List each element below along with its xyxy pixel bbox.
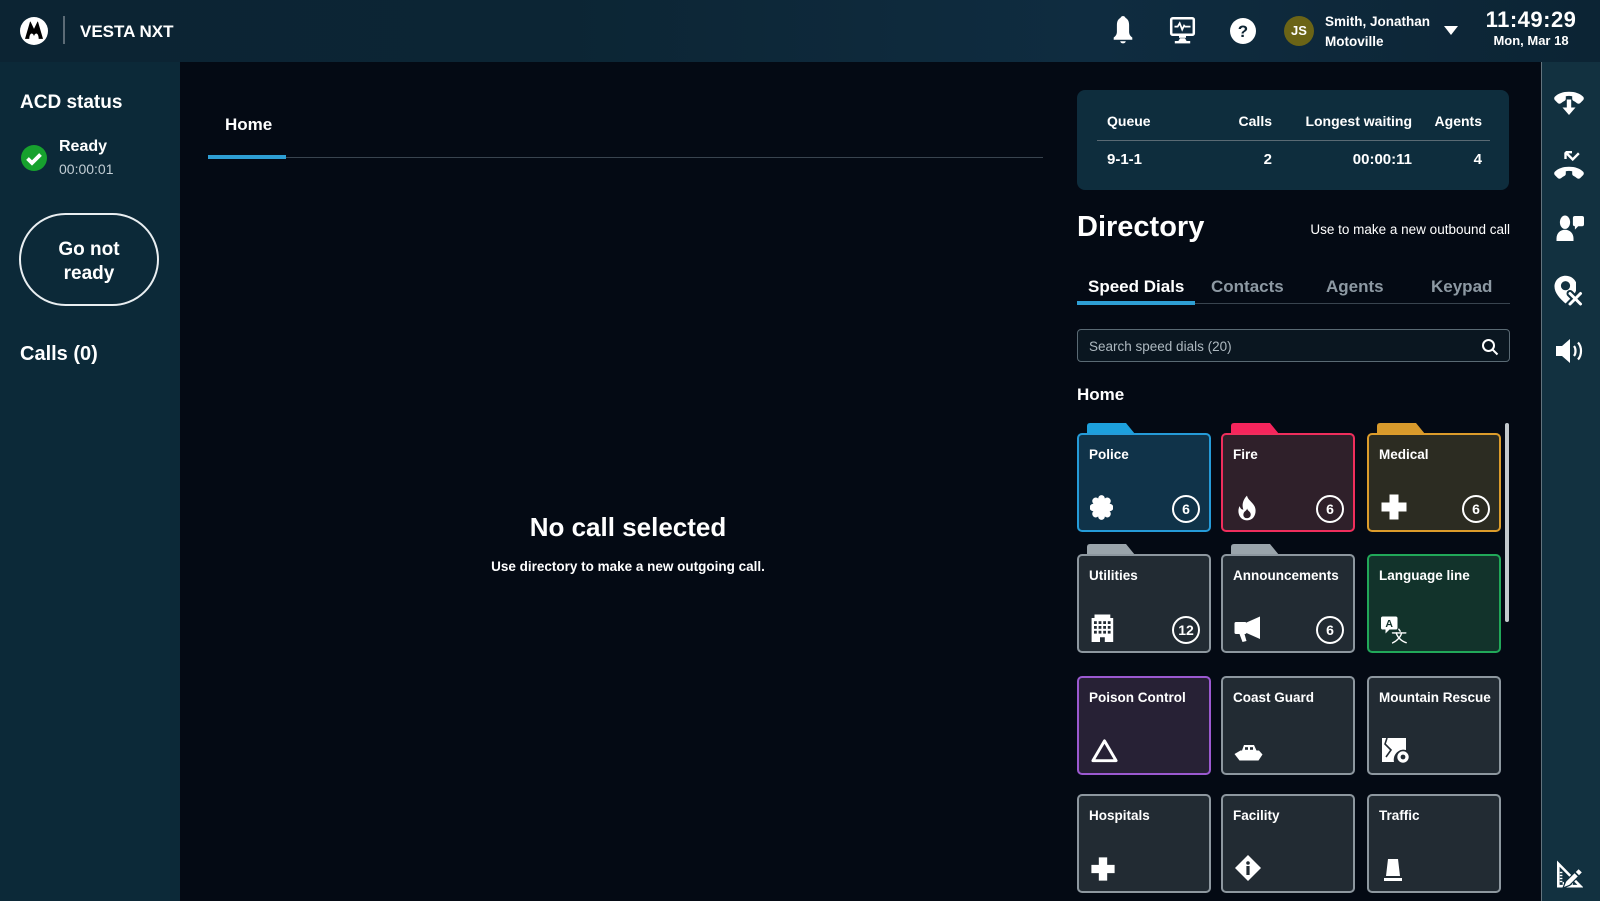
svg-text:?: ? (1238, 22, 1248, 41)
svg-text:A: A (1385, 618, 1393, 630)
